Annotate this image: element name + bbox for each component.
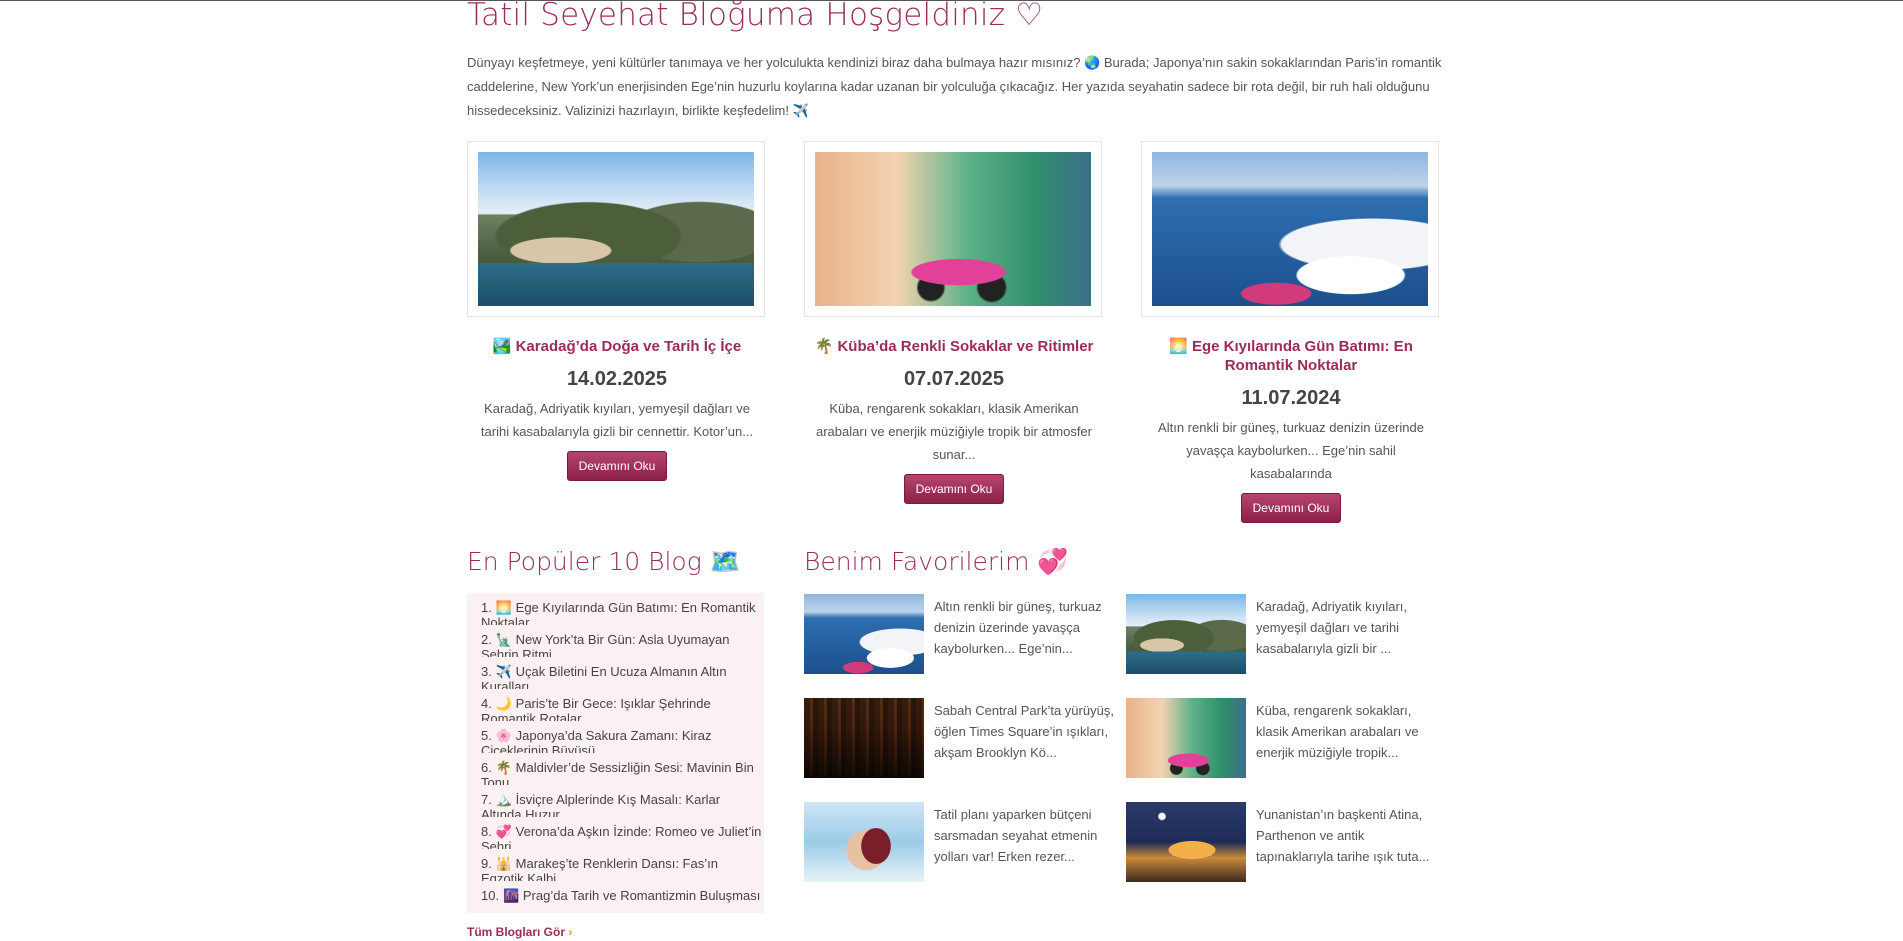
popular-item[interactable]: 4. 🌙 Paris’te Bir Gece: Işıklar Şehrinde …: [467, 689, 764, 721]
card-date: 07.07.2025: [903, 368, 1005, 390]
item-number: 9.: [481, 856, 492, 871]
chevron-right-icon: ›: [568, 925, 573, 939]
favorite-text[interactable]: Yunanistan’ın başkenti Atina, Parthenon …: [1256, 804, 1436, 867]
item-text[interactable]: 💞 Verona’da Aşkın İzinde: Romeo ve Julie…: [481, 824, 761, 849]
favorite-item[interactable]: Karadağ, Adriyatik kıyıları, yemyeşil da…: [1126, 594, 1436, 678]
popular-item[interactable]: 7. 🏔️ İsviçre Alplerinde Kış Masalı: Karl…: [467, 785, 764, 817]
favorite-text[interactable]: Küba, rengarenk sokakları, klasik Amerik…: [1256, 700, 1436, 763]
card-image-frame[interactable]: [1141, 141, 1439, 317]
kuba-thumb[interactable]: [1126, 698, 1246, 778]
favorite-item[interactable]: Yunanistan’ın başkenti Atina, Parthenon …: [1126, 802, 1436, 886]
card-excerpt: Altın renkli bir güneş, turkuaz denizin …: [1158, 420, 1424, 481]
item-number: 7.: [481, 792, 492, 807]
read-more-button[interactable]: Devamını Oku: [903, 474, 1005, 504]
item-number: 8.: [481, 824, 492, 839]
favorite-text[interactable]: Tatil planı yaparken bütçeni sarsmadan s…: [934, 804, 1114, 867]
favorite-text[interactable]: Karadağ, Adriyatik kıyıları, yemyeşil da…: [1256, 596, 1436, 659]
item-number: 3.: [481, 664, 492, 679]
favorite-item[interactable]: Küba, rengarenk sokakları, klasik Amerik…: [1126, 698, 1436, 782]
item-text[interactable]: 🌆 Prag’da Tarih ve Romantizmin Buluşması: [503, 888, 760, 903]
favorites-title: Benim Favorilerim 💞: [804, 547, 1069, 576]
all-blogs-link[interactable]: Tüm Blogları Gör ›: [467, 925, 572, 939]
favorite-item[interactable]: Altın renkli bir güneş, turkuaz denizin …: [804, 594, 1114, 678]
popular-item[interactable]: 1. 🌅 Ege Kıyılarında Gün Batımı: En Roman…: [467, 593, 764, 625]
item-text[interactable]: ✈️ Uçak Biletini En Ucuza Almanın Altın …: [481, 664, 727, 689]
item-number: 2.: [481, 632, 492, 647]
popular-blogs-list: 1. 🌅 Ege Kıyılarında Gün Batımı: En Roman…: [467, 593, 764, 913]
blog-card-ege: 🌅 Ege Kıyılarında Gün Batımı: En Romanti…: [1141, 141, 1441, 523]
popular-item[interactable]: 5. 🌸 Japonya’da Sakura Zamanı: Kiraz Çiçe…: [467, 721, 764, 753]
item-number: 6.: [481, 760, 492, 775]
item-text[interactable]: 🌙 Paris’te Bir Gece: Işıklar Şehrinde Ro…: [481, 696, 711, 721]
popular-item[interactable]: 6. 🌴 Maldivler’de Sessizliğin Sesi: Mavin…: [467, 753, 764, 785]
item-number: 1.: [481, 600, 492, 615]
kuba-street-car-photo[interactable]: [815, 152, 1091, 306]
all-blogs-label[interactable]: Tüm Blogları Gör: [467, 925, 565, 939]
favorite-item[interactable]: Tatil planı yaparken bütçeni sarsmadan s…: [804, 802, 1114, 886]
card-date: 14.02.2025: [566, 368, 668, 390]
popular-item[interactable]: 2. 🗽 New York’ta Bir Gün: Asla Uyumayan Ş…: [467, 625, 764, 657]
item-number: 5.: [481, 728, 492, 743]
favorite-text[interactable]: Altın renkli bir güneş, turkuaz denizin …: [934, 596, 1114, 659]
item-text[interactable]: 🏔️ İsviçre Alplerinde Kış Masalı: Karlar…: [481, 792, 720, 817]
item-number: 10.: [481, 888, 500, 903]
karadag-thumb[interactable]: [1126, 594, 1246, 674]
karadag-coast-photo[interactable]: [478, 152, 754, 306]
atina-acropolis-thumb[interactable]: [1126, 802, 1246, 882]
item-text[interactable]: 🗽 New York’ta Bir Gün: Asla Uyumayan Şeh…: [481, 632, 730, 657]
blog-card-karadag: 🏞️ Karadağ’da Doğa ve Tarih İç İçe 14.02…: [467, 141, 767, 481]
read-more-button[interactable]: Devamını Oku: [1240, 493, 1342, 523]
item-number: 4.: [481, 696, 492, 711]
popular-item[interactable]: 3. ✈️ Uçak Biletini En Ucuza Almanın Altı…: [467, 657, 764, 689]
card-excerpt: Küba, rengarenk sokakları, klasik Amerik…: [816, 401, 1092, 462]
page-title: Tatil Seyehat Bloğuma Hoşgeldiniz ♡: [467, 0, 1044, 33]
santorini-sunset-photo[interactable]: [1152, 152, 1428, 306]
popular-blogs-title: En Popüler 10 Blog 🗺️: [467, 547, 741, 576]
intro-text: Dünyayı keşfetmeye, yeni kültürler tanım…: [467, 55, 1442, 118]
page: Tatil Seyehat Bloğuma Hoşgeldiniz ♡ Düny…: [0, 0, 1903, 941]
passport-plane-thumb[interactable]: [804, 802, 924, 882]
santorini-thumb[interactable]: [804, 594, 924, 674]
card-image-frame[interactable]: [467, 141, 765, 317]
card-title[interactable]: 🌴 Küba’da Renkli Sokaklar ve Ritimler: [814, 337, 1094, 356]
favorite-item[interactable]: Sabah Central Park’ta yürüyüş, öğlen Tim…: [804, 698, 1114, 782]
new-york-thumb[interactable]: [804, 698, 924, 778]
item-text[interactable]: 🌅 Ege Kıyılarında Gün Batımı: En Romanti…: [481, 600, 756, 625]
card-image-frame[interactable]: [804, 141, 1102, 317]
card-title[interactable]: 🌅 Ege Kıyılarında Gün Batımı: En Romanti…: [1151, 337, 1431, 375]
card-date: 11.07.2024: [1241, 387, 1341, 409]
blog-card-kuba: 🌴 Küba’da Renkli Sokaklar ve Ritimler 07…: [804, 141, 1104, 504]
item-text[interactable]: 🕌 Marakeş’te Renklerin Dansı: Fas’ın Egz…: [481, 856, 718, 881]
item-text[interactable]: 🌴 Maldivler’de Sessizliğin Sesi: Mavinin…: [481, 760, 754, 785]
favorite-text[interactable]: Sabah Central Park’ta yürüyüş, öğlen Tim…: [934, 700, 1114, 763]
popular-item[interactable]: 10. 🌆 Prag’da Tarih ve Romantizmin Buluşm…: [467, 881, 764, 913]
card-title[interactable]: 🏞️ Karadağ’da Doğa ve Tarih İç İçe: [477, 337, 757, 356]
popular-item[interactable]: 8. 💞 Verona’da Aşkın İzinde: Romeo ve Jul…: [467, 817, 764, 849]
popular-item[interactable]: 9. 🕌 Marakeş’te Renklerin Dansı: Fas’ın E…: [467, 849, 764, 881]
card-excerpt: Karadağ, Adriyatik kıyıları, yemyeşil da…: [480, 401, 754, 439]
read-more-button[interactable]: Devamını Oku: [566, 451, 668, 481]
item-text[interactable]: 🌸 Japonya’da Sakura Zamanı: Kiraz Çiçekl…: [481, 728, 711, 753]
